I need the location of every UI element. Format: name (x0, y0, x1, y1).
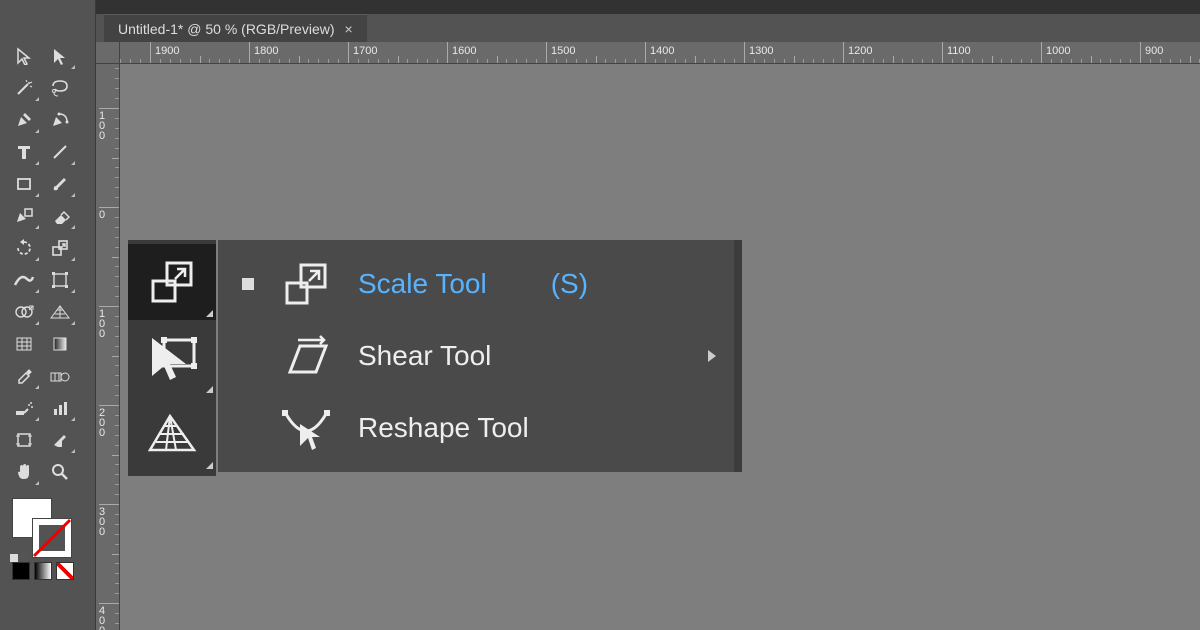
type-tool[interactable] (8, 138, 40, 166)
scale-tool-icon (278, 256, 334, 312)
rotate-tool[interactable] (8, 234, 40, 262)
close-tab-icon[interactable]: × (345, 21, 353, 37)
menu-item-label: Shear Tool (358, 340, 491, 372)
fill-stroke-swatches[interactable] (12, 498, 74, 556)
ruler-origin[interactable] (96, 42, 120, 64)
ruler-tick: 1900 (150, 42, 179, 63)
ruler-horizontal[interactable]: 1900 1800 1700 1600 1500 1400 1300 1200 1100 1000… (120, 42, 1200, 64)
swap-default-icons[interactable] (10, 554, 27, 562)
shear-tool-icon (278, 328, 334, 384)
gradient-tool[interactable] (44, 330, 76, 358)
stroke-swatch[interactable] (32, 518, 72, 558)
ruler-tick: 300 (99, 504, 119, 537)
ruler-tick: 0 (99, 207, 119, 220)
ruler-tick: 100 (99, 306, 119, 339)
color-mode-none[interactable] (56, 562, 74, 580)
submenu-arrow-icon (708, 350, 716, 362)
menu-item-label: Reshape Tool (358, 412, 529, 444)
menu-item-label: Scale Tool (358, 268, 487, 300)
tool-group-flyout-column (128, 240, 216, 476)
ruler-tick: 1300 (744, 42, 773, 63)
menu-item-scale-tool[interactable]: Scale Tool (S) (218, 248, 734, 320)
menu-item-reshape-tool[interactable]: Reshape Tool (218, 392, 734, 464)
shape-builder-tool[interactable] (8, 298, 40, 326)
blend-tool[interactable] (44, 362, 76, 390)
scale-tool-large[interactable] (128, 244, 216, 320)
selected-bullet-icon (242, 278, 254, 290)
eyedropper-tool[interactable] (8, 362, 40, 390)
document-tab-title: Untitled-1* @ 50 % (RGB/Preview) (118, 21, 335, 37)
free-transform-tool[interactable] (44, 266, 76, 294)
document-tab[interactable]: Untitled-1* @ 50 % (RGB/Preview) × (104, 14, 367, 42)
symbol-sprayer-tool[interactable] (8, 394, 40, 422)
hand-tool[interactable] (8, 458, 40, 486)
line-segment-tool[interactable] (44, 138, 76, 166)
ruler-vertical[interactable]: 100 0 100 200 300 400 (96, 64, 120, 630)
slice-tool[interactable] (44, 426, 76, 454)
ruler-tick: 1800 (249, 42, 278, 63)
scale-tool[interactable] (44, 234, 76, 262)
curvature-tool[interactable] (44, 106, 76, 134)
magic-wand-tool[interactable] (8, 74, 40, 102)
ruler-tick: 1100 (942, 42, 971, 63)
document-tab-bar: Untitled-1* @ 50 % (RGB/Preview) × (0, 14, 1200, 42)
zoom-tool[interactable] (44, 458, 76, 486)
reshape-tool-icon (278, 400, 334, 456)
paintbrush-tool[interactable] (44, 170, 76, 198)
menu-item-shortcut: (S) (551, 268, 588, 300)
direct-selection-tool[interactable] (44, 42, 76, 70)
ruler-tick: 1400 (645, 42, 674, 63)
ruler-tick: 1500 (546, 42, 575, 63)
draw-mode-row (12, 562, 88, 580)
rectangle-tool[interactable] (8, 170, 40, 198)
ruler-tick: 1600 (447, 42, 476, 63)
eraser-tool[interactable] (44, 202, 76, 230)
tool-flyout-menu: Scale Tool (S) Shear Tool Reshape Tool (218, 240, 742, 472)
mesh-tool[interactable] (8, 330, 40, 358)
ruler-tick: 400 (99, 603, 119, 630)
ruler-tick: 100 (99, 108, 119, 141)
menu-item-shear-tool[interactable]: Shear Tool (218, 320, 734, 392)
pen-tool[interactable] (8, 106, 40, 134)
artboard-tool[interactable] (8, 426, 40, 454)
column-graph-tool[interactable] (44, 394, 76, 422)
perspective-grid-tool[interactable] (44, 298, 76, 326)
color-mode-solid[interactable] (12, 562, 30, 580)
ruler-tick: 1200 (843, 42, 872, 63)
width-tool[interactable] (8, 266, 40, 294)
ruler-tick: 1700 (348, 42, 377, 63)
ruler-tick: 1000 (1041, 42, 1070, 63)
ruler-tick: 200 (99, 405, 119, 438)
perspective-tool-large[interactable] (128, 396, 216, 472)
app-top-bar: ‹‹ (0, 0, 1200, 14)
selection-tool[interactable] (8, 42, 40, 70)
shaper-tool[interactable] (8, 202, 40, 230)
tools-panel (0, 0, 96, 630)
color-mode-gradient[interactable] (34, 562, 52, 580)
lasso-tool[interactable] (44, 74, 76, 102)
free-transform-tool-large[interactable] (128, 320, 216, 396)
